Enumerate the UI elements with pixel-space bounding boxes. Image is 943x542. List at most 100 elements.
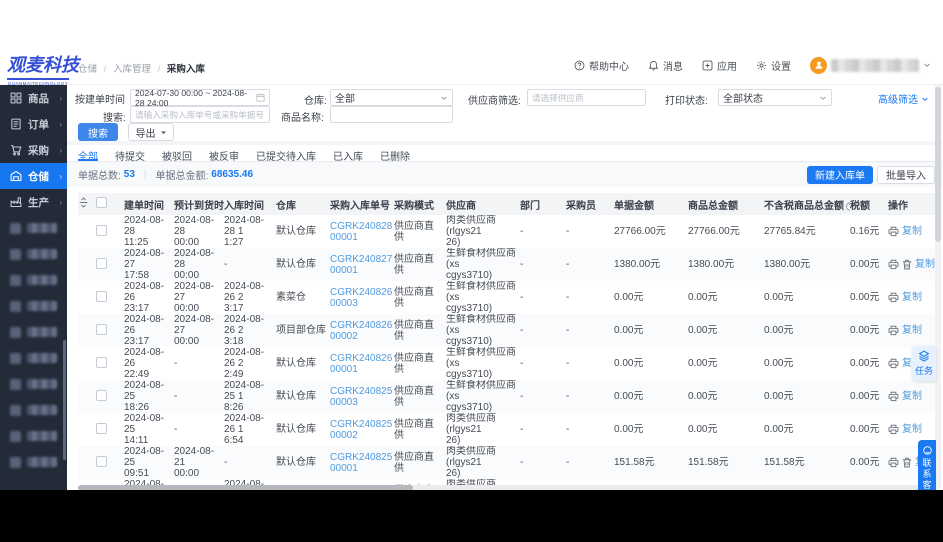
sidebar-item-redacted[interactable] bbox=[0, 397, 67, 423]
cell-goods-total: 151.58元 bbox=[688, 446, 764, 479]
row-expand-cell bbox=[78, 413, 96, 446]
cell-goods-total: 0.00元 bbox=[688, 413, 764, 446]
vertical-scrollbar-thumb[interactable] bbox=[935, 87, 941, 242]
cell-buyer: - bbox=[566, 413, 614, 446]
cell-created-time: 2024-08-25 18:26 bbox=[124, 380, 174, 413]
order-no-link[interactable]: CGRK240825 00001 bbox=[330, 452, 392, 474]
print-icon[interactable] bbox=[888, 292, 899, 303]
order-no-link[interactable]: CGRK240825 00003 bbox=[330, 386, 392, 408]
cell-order-amount: 0.00元 bbox=[614, 281, 688, 314]
date-range-input[interactable]: 2024-07-30 00:00 ~ 2024-08-28 24:00 bbox=[130, 89, 270, 106]
row-checkbox[interactable] bbox=[96, 324, 107, 335]
print-icon[interactable] bbox=[888, 391, 899, 402]
sidebar-item-warehouse[interactable]: 仓储› bbox=[0, 163, 67, 189]
settings-button[interactable]: 设置 bbox=[756, 58, 791, 73]
sidebar-item-label: 订单 bbox=[28, 117, 49, 132]
print-icon[interactable] bbox=[888, 358, 899, 369]
tab-4[interactable]: 已提交待入库 bbox=[256, 148, 316, 161]
order-no-link[interactable]: CGRK240826 00003 bbox=[330, 287, 392, 309]
print-status-select[interactable]: 全部状态 bbox=[718, 89, 832, 106]
copy-link[interactable]: 复制 bbox=[915, 259, 935, 270]
order-no-link[interactable]: CGRK240827 00001 bbox=[330, 254, 392, 276]
sidebar-item-redacted[interactable] bbox=[0, 449, 67, 475]
export-button[interactable]: 导出 bbox=[128, 123, 174, 141]
cell-notax-total: 151.58元 bbox=[764, 446, 850, 479]
expand-rows-icon[interactable] bbox=[78, 197, 89, 208]
print-icon[interactable] bbox=[888, 259, 899, 270]
copy-link[interactable]: 复制 bbox=[902, 424, 922, 435]
delete-icon[interactable] bbox=[902, 457, 912, 468]
print-icon[interactable] bbox=[888, 325, 899, 336]
sidebar-item-redacted[interactable] bbox=[0, 371, 67, 397]
sidebar-scrollbar[interactable] bbox=[63, 340, 66, 460]
tab-6[interactable]: 已删除 bbox=[380, 148, 410, 161]
horizontal-scrollbar-thumb[interactable] bbox=[78, 485, 413, 490]
apps-button[interactable]: 应用 bbox=[702, 58, 737, 73]
time-field-select[interactable]: 按建单时间 bbox=[75, 91, 138, 106]
cell-warehouse: 默认仓库 bbox=[276, 215, 330, 248]
sidebar-item-redacted[interactable] bbox=[0, 319, 67, 345]
order-no-link[interactable]: CGRK240828 00001 bbox=[330, 221, 392, 243]
cell-tax: 0.00元 bbox=[850, 281, 888, 314]
copy-link[interactable]: 复制 bbox=[902, 292, 922, 303]
select-all-checkbox[interactable] bbox=[96, 197, 107, 208]
cell-department: - bbox=[520, 347, 566, 380]
sidebar-item-redacted[interactable] bbox=[0, 423, 67, 449]
order-no-link[interactable]: CGRK240825 00002 bbox=[330, 419, 392, 441]
tab-2[interactable]: 被驳回 bbox=[162, 148, 192, 161]
user-menu[interactable] bbox=[810, 57, 931, 74]
cell-notax-total: 0.00元 bbox=[764, 281, 850, 314]
tab-5[interactable]: 已入库 bbox=[333, 148, 363, 161]
breadcrumb-level2[interactable]: 入库管理 bbox=[113, 64, 151, 75]
delete-icon[interactable] bbox=[902, 259, 912, 270]
breadcrumb-level1[interactable]: 仓储 bbox=[78, 64, 97, 75]
sidebar-item-redacted[interactable] bbox=[0, 345, 67, 371]
order-no-link[interactable]: CGRK240826 00001 bbox=[330, 353, 392, 375]
search-button[interactable]: 搜索 bbox=[78, 123, 118, 141]
order-search-input[interactable] bbox=[130, 106, 270, 123]
print-icon[interactable] bbox=[888, 457, 899, 468]
horizontal-scrollbar[interactable] bbox=[78, 485, 935, 490]
tab-0[interactable]: 全部 bbox=[78, 148, 98, 161]
sidebar-item-order[interactable]: 订单› bbox=[0, 111, 67, 137]
row-checkbox[interactable] bbox=[96, 258, 107, 269]
advanced-filter-label: 高级筛选 bbox=[878, 91, 918, 106]
product-name-input[interactable] bbox=[330, 106, 453, 123]
sidebar-item-redacted[interactable] bbox=[0, 293, 67, 319]
sidebar-item-redacted[interactable] bbox=[0, 215, 67, 241]
sidebar-item-redacted[interactable] bbox=[0, 267, 67, 293]
copy-link[interactable]: 复制 bbox=[902, 325, 922, 336]
print-icon[interactable] bbox=[888, 424, 899, 435]
sidebar-item-purchase[interactable]: 采购› bbox=[0, 137, 67, 163]
row-checkbox[interactable] bbox=[96, 390, 107, 401]
row-checkbox[interactable] bbox=[96, 291, 107, 302]
brand-logo[interactable]: 观麦科技 GUANMAITECHNOLOGY bbox=[7, 51, 69, 86]
support-float-button[interactable]: 联系客服 bbox=[918, 440, 936, 490]
row-checkbox[interactable] bbox=[96, 357, 107, 368]
row-checkbox[interactable] bbox=[96, 423, 107, 434]
warehouse-select-value: 全部 bbox=[335, 90, 440, 105]
order-no-link[interactable]: CGRK240826 00002 bbox=[330, 320, 392, 342]
print-icon[interactable] bbox=[888, 226, 899, 237]
column-header: 供应商 bbox=[446, 193, 520, 215]
copy-link[interactable]: 复制 bbox=[902, 391, 922, 402]
vertical-scrollbar[interactable] bbox=[935, 85, 941, 490]
copy-link[interactable]: 复制 bbox=[902, 226, 922, 237]
advanced-filter-toggle[interactable]: 高级筛选 bbox=[878, 91, 929, 106]
supplier-filter-input[interactable] bbox=[527, 89, 646, 106]
help-center-button[interactable]: 帮助中心 bbox=[574, 58, 629, 73]
tab-1[interactable]: 待提交 bbox=[115, 148, 145, 161]
warehouse-select[interactable]: 全部 bbox=[330, 89, 453, 106]
task-float-button[interactable]: 任务 bbox=[912, 346, 936, 381]
sidebar-item-redacted[interactable] bbox=[0, 241, 67, 267]
bulk-import-button[interactable]: 批量导入 bbox=[877, 166, 935, 184]
column-header: 仓库 bbox=[276, 193, 330, 215]
sidebar-item-produce[interactable]: 生产› bbox=[0, 189, 67, 215]
purchase-icon bbox=[10, 144, 22, 156]
tab-3[interactable]: 被反审 bbox=[209, 148, 239, 161]
row-checkbox[interactable] bbox=[96, 456, 107, 467]
create-inbound-button[interactable]: 新建入库单 bbox=[807, 166, 873, 184]
messages-button[interactable]: 消息 bbox=[648, 58, 683, 73]
sidebar-item-goods[interactable]: 商品› bbox=[0, 85, 67, 111]
row-checkbox[interactable] bbox=[96, 225, 107, 236]
